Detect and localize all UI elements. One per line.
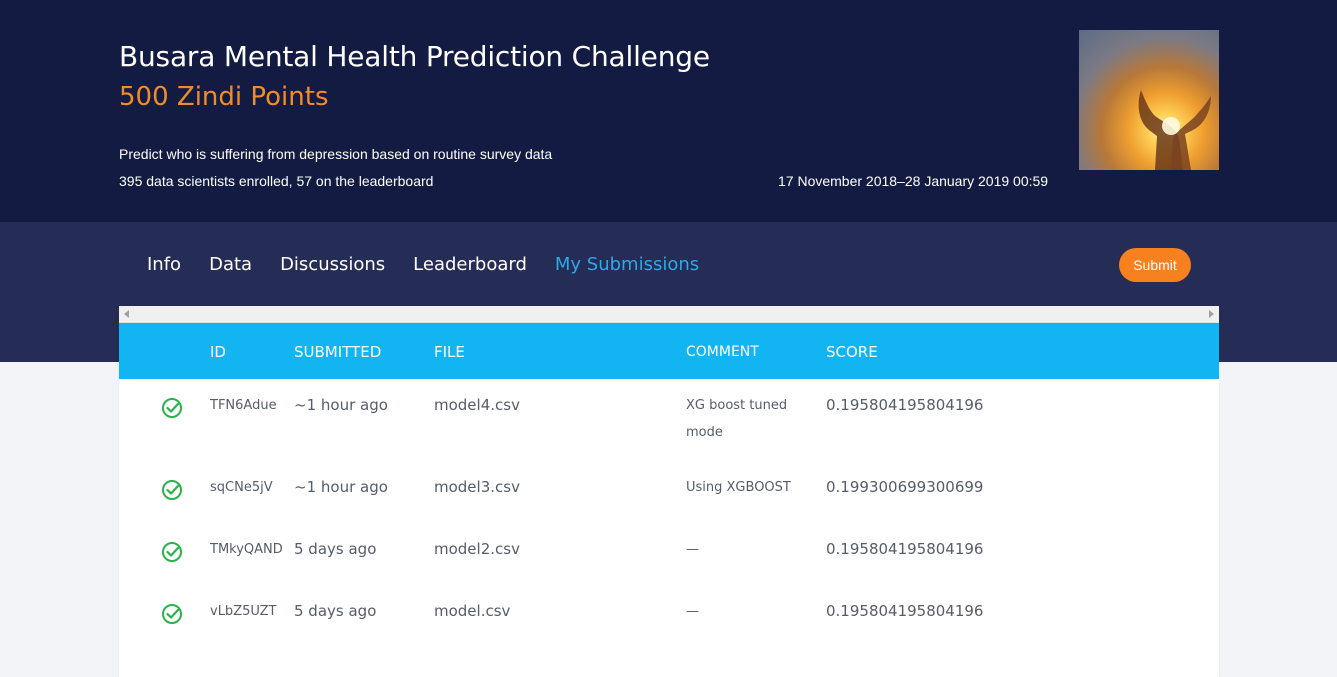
submission-comment: —: [686, 604, 699, 619]
submission-comment: —: [686, 542, 699, 557]
submission-id: TMkyQAND: [210, 542, 283, 557]
challenge-points: 500 Zindi Points: [119, 82, 329, 112]
enrollment-stats: 395 data scientists enrolled, 57 on the …: [119, 173, 434, 189]
submission-time: ~1 hour ago: [294, 478, 388, 496]
submission-file[interactable]: model2.csv: [434, 540, 520, 558]
table-header: ID SUBMITTED FILE COMMENT SCORE: [119, 323, 1219, 379]
tab-data[interactable]: Data: [209, 254, 252, 275]
tab-info[interactable]: Info: [147, 254, 181, 275]
check-circle-icon: [162, 398, 182, 418]
submission-comment: XG boost tuned mode: [686, 398, 788, 440]
submission-time: 5 days ago: [294, 602, 377, 620]
submission-file[interactable]: model.csv: [434, 602, 510, 620]
challenge-image: [1079, 30, 1219, 170]
challenge-description: Predict who is suffering from depression…: [119, 146, 553, 162]
challenge-tabs: Info Data Discussions Leaderboard My Sub…: [147, 254, 727, 275]
submission-id: sqCNe5jV: [210, 480, 273, 495]
challenge-dates: 17 November 2018–28 January 2019 00:59: [778, 173, 1049, 189]
submission-score: 0.195804195804196: [826, 602, 984, 620]
submission-comment: Using XGBOOST: [686, 480, 791, 495]
submission-score: 0.199300699300699: [826, 478, 984, 496]
submission-score: 0.195804195804196: [826, 396, 984, 414]
check-circle-icon: [162, 480, 182, 500]
submissions-table: ID SUBMITTED FILE COMMENT SCORE TFN6Adue…: [119, 306, 1219, 677]
tab-my-submissions[interactable]: My Submissions: [555, 254, 699, 275]
challenge-header: Busara Mental Health Prediction Challeng…: [0, 0, 1337, 222]
check-circle-icon: [162, 604, 182, 624]
challenge-title: Busara Mental Health Prediction Challeng…: [119, 40, 710, 73]
submission-id: TFN6Adue: [210, 398, 277, 413]
scroll-left-icon[interactable]: [124, 310, 129, 318]
submission-time: ~1 hour ago: [294, 396, 388, 414]
header-submitted: SUBMITTED: [294, 343, 382, 361]
submission-file[interactable]: model4.csv: [434, 396, 520, 414]
submission-file[interactable]: model3.csv: [434, 478, 520, 496]
scroll-right-icon[interactable]: [1209, 310, 1214, 318]
check-circle-icon: [162, 542, 182, 562]
submission-score: 0.195804195804196: [826, 540, 984, 558]
submit-button[interactable]: Submit: [1119, 248, 1191, 282]
submission-id: vLbZ5UZT: [210, 604, 277, 619]
header-score: SCORE: [826, 343, 878, 361]
horizontal-scrollbar[interactable]: [119, 306, 1219, 323]
submission-time: 5 days ago: [294, 540, 377, 558]
header-id: ID: [210, 343, 226, 361]
tab-leaderboard[interactable]: Leaderboard: [413, 254, 527, 275]
tab-discussions[interactable]: Discussions: [280, 254, 385, 275]
header-file: FILE: [434, 343, 465, 361]
header-comment: COMMENT: [686, 344, 759, 360]
